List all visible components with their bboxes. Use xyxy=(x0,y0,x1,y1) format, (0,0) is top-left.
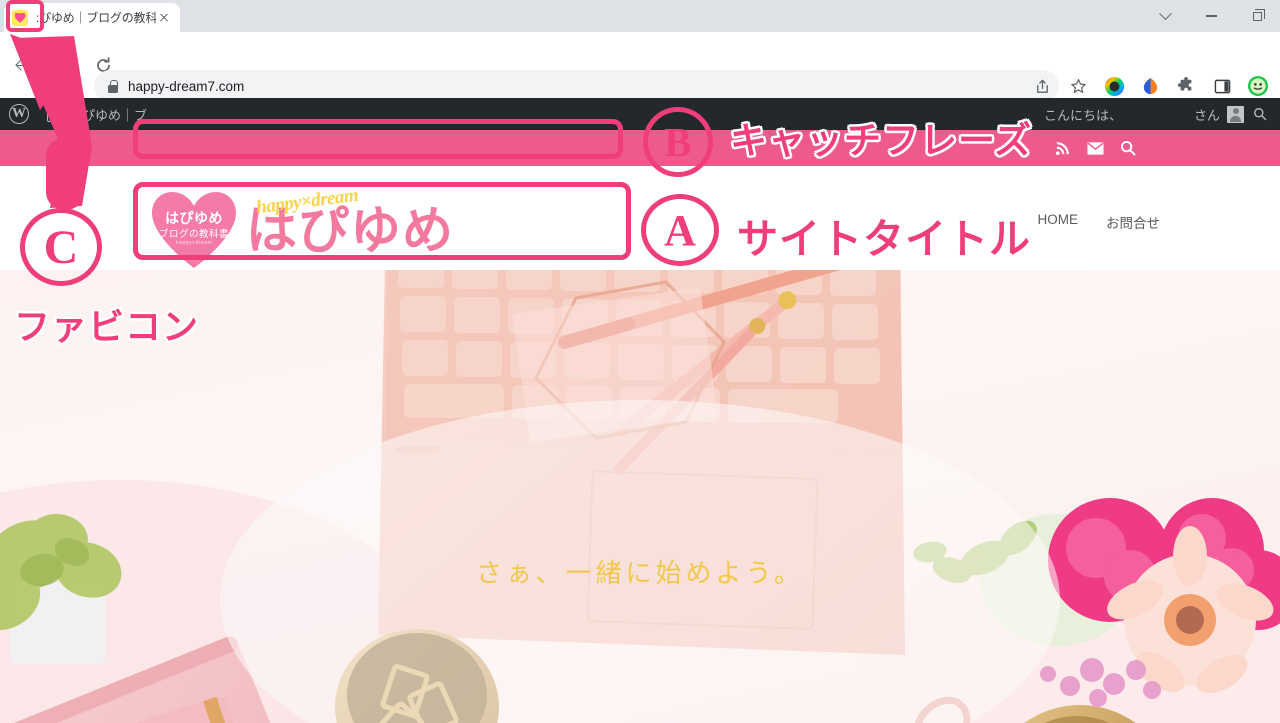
hero-catch-text: さぁ、一緒に始めよう。 xyxy=(476,558,804,588)
site-icon xyxy=(47,106,62,122)
mail-icon[interactable] xyxy=(1083,136,1107,160)
heart-logo-icon: はぴゆめ ブログの教科書 happy×dream xyxy=(148,190,240,270)
heart-logo-line3: happy×dream xyxy=(175,240,213,246)
admin-bar-right: こんにちは、 さん xyxy=(1044,98,1280,130)
user-name-suffix: さん xyxy=(1193,107,1220,123)
chevron-down-icon[interactable] xyxy=(1142,0,1188,32)
bookmark-star-icon[interactable] xyxy=(1063,71,1093,101)
forward-button[interactable] xyxy=(46,48,80,82)
greeting-text: こんにちは、 xyxy=(1043,107,1122,123)
site-header: はぴゆめ ブログの教科書 happy×dream happy×dream はぴゆ… xyxy=(0,166,1280,270)
rss-icon[interactable] xyxy=(1050,136,1074,160)
url-text: happy-dream7.com xyxy=(128,78,245,94)
minimize-button[interactable] xyxy=(1188,0,1234,32)
hero-background-image xyxy=(0,270,1280,723)
admin-bar-left: W はぴゆめ｜ブ xyxy=(0,98,156,130)
site-name-menu[interactable]: はぴゆめ｜ブ xyxy=(38,98,156,130)
colorful-circle-extension-icon[interactable] xyxy=(1099,71,1129,101)
avatar[interactable] xyxy=(1227,105,1244,123)
side-panel-icon[interactable] xyxy=(1207,71,1237,101)
browser-tab[interactable]: :ぴゆめ｜ブログの教科書 xyxy=(4,3,180,32)
back-button[interactable] xyxy=(6,48,40,82)
social-icon-group xyxy=(1050,130,1140,166)
browser-toolbar: happy-dream7.com xyxy=(0,32,1280,102)
heart-favicon xyxy=(12,9,28,26)
nav-item-contact[interactable]: お問合せ xyxy=(1106,212,1160,232)
wp-logo-menu[interactable]: W xyxy=(0,98,38,130)
pink-utility-bar xyxy=(0,130,1280,166)
share-icon[interactable] xyxy=(1027,71,1057,101)
close-icon[interactable] xyxy=(156,10,172,26)
web-page: W はぴゆめ｜ブ こんにちは、 さん はぴゆめ ブログの教科書 happy×dr… xyxy=(0,98,1280,723)
site-logo[interactable]: はぴゆめ ブログの教科書 happy×dream happy×dream はぴゆ… xyxy=(148,184,454,270)
orange-blue-extension-icon[interactable] xyxy=(1135,71,1165,101)
tab-strip: :ぴゆめ｜ブログの教科書 xyxy=(0,0,1280,32)
search-menu-icon[interactable] xyxy=(1244,98,1276,130)
extensions-puzzle-icon[interactable] xyxy=(1171,71,1201,101)
heart-logo-line2: ブログの教科書 xyxy=(158,229,229,240)
hero-section: さぁ、一緒に始めよう。 xyxy=(0,270,1280,723)
nav-item-home[interactable]: HOME xyxy=(1038,212,1079,232)
lock-icon xyxy=(108,79,118,93)
window-controls xyxy=(1142,0,1280,32)
wp-admin-bar: W はぴゆめ｜ブ こんにちは、 さん xyxy=(0,98,1280,130)
wordpress-logo-icon: W xyxy=(9,104,29,124)
maximize-button[interactable] xyxy=(1234,0,1280,32)
tab-title: :ぴゆめ｜ブログの教科書 xyxy=(36,11,156,25)
browser-chrome: :ぴゆめ｜ブログの教科書 happy-dream7.com xyxy=(0,0,1280,102)
site-name-label: はぴゆめ｜ブ xyxy=(69,107,148,123)
profile-avatar-icon[interactable] xyxy=(1243,71,1273,101)
search-icon[interactable] xyxy=(1116,136,1140,160)
main-navigation: HOME お問合せ xyxy=(1038,212,1161,232)
heart-logo-line1: はぴゆめ xyxy=(165,210,223,226)
